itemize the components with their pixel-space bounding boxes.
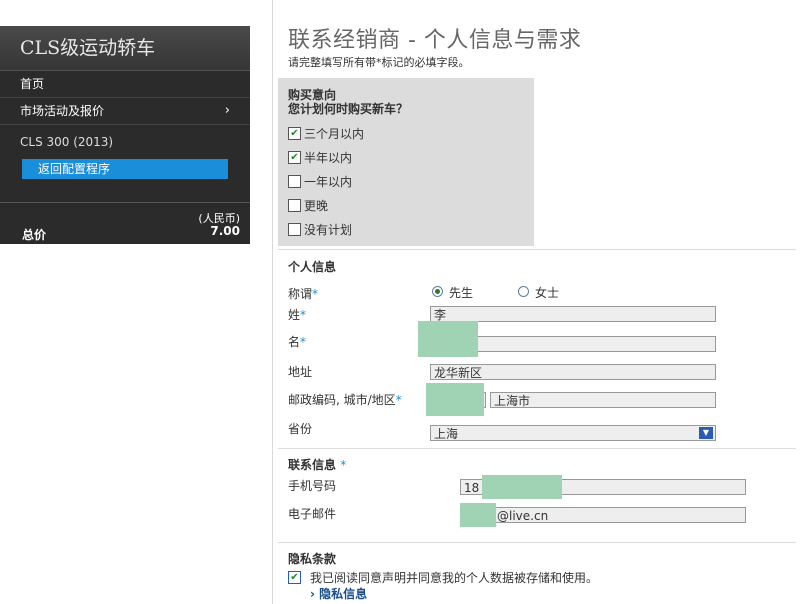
checkbox-checked-icon[interactable]: ✔: [288, 151, 301, 164]
checkbox-icon[interactable]: [288, 175, 301, 188]
total-price-label: 总价: [22, 228, 47, 242]
salutation-mr-radio[interactable]: 先生: [432, 284, 473, 301]
redaction-block: [460, 503, 496, 527]
salutation-label: 称谓*: [288, 287, 319, 301]
option-label: 半年以内: [304, 151, 353, 165]
personal-info-title: 个人信息: [288, 260, 337, 274]
purchase-option-6months[interactable]: ✔ 半年以内: [288, 150, 352, 166]
option-label: 三个月以内: [304, 127, 365, 141]
radio-selected-icon[interactable]: [432, 286, 443, 297]
chevron-down-icon[interactable]: ▼: [699, 427, 713, 439]
province-select[interactable]: 上海 ▼: [430, 425, 716, 441]
option-label: 没有计划: [304, 223, 353, 237]
chevron-right-icon: ›: [310, 587, 315, 601]
sidebar-item-label: 市场活动及报价: [20, 104, 105, 118]
consent-label: 我已阅读同意声明并同意我的个人数据被存储和使用。: [310, 571, 599, 585]
lastname-label: 姓*: [288, 308, 307, 322]
postcode-city-label: 邮政编码, 城市/地区*: [288, 393, 402, 407]
sidebar: CLS级运动轿车 首页 市场活动及报价 › CLS 300 (2013) 返回配…: [0, 26, 250, 244]
phone-label: 手机号码: [288, 479, 337, 493]
salutation-ms-radio[interactable]: 女士: [518, 284, 559, 301]
page-subtitle: 请完整填写所有带*标记的必填字段。: [288, 56, 470, 69]
divider: [278, 249, 796, 250]
option-label: 更晚: [304, 199, 329, 213]
province-label: 省份: [288, 422, 313, 436]
firstname-label: 名*: [288, 335, 307, 349]
sidebar-item-offers[interactable]: 市场活动及报价 ›: [0, 98, 250, 125]
radio-icon[interactable]: [518, 286, 529, 297]
sidebar-item-home[interactable]: 首页: [0, 71, 250, 98]
checkbox-icon[interactable]: [288, 223, 301, 236]
checkbox-checked-icon[interactable]: ✔: [288, 571, 301, 584]
total-price-value: 7.00: [210, 224, 240, 238]
purchase-option-none[interactable]: 没有计划: [288, 222, 352, 238]
divider: [278, 542, 796, 543]
page-title: 联系经销商 - 个人信息与需求: [288, 28, 582, 53]
purchase-option-later[interactable]: 更晚: [288, 198, 328, 214]
province-selected-value: 上海: [434, 427, 459, 441]
redaction-block: [426, 383, 484, 416]
contact-info-title: 联系信息 *: [288, 458, 347, 472]
city-field[interactable]: 上海市: [490, 392, 716, 408]
purchase-intention-section: 购买意向 您计划何时购买新车？ ✔ 三个月以内 ✔ 半年以内 一年以内 更晚 没有计…: [278, 78, 534, 246]
redaction-block: [482, 475, 562, 499]
redaction-block: [418, 321, 478, 357]
back-to-configurator-button[interactable]: 返回配置程序: [22, 159, 228, 179]
model-name: CLS 300 (2013): [20, 135, 114, 149]
question-label: 您计划何时购买新车？: [288, 102, 409, 116]
purchase-option-1year[interactable]: 一年以内: [288, 174, 352, 190]
checkbox-checked-icon[interactable]: ✔: [288, 127, 301, 140]
privacy-title: 隐私条款: [288, 552, 337, 566]
email-label: 电子邮件: [288, 507, 337, 521]
purchase-option-3months[interactable]: ✔ 三个月以内: [288, 126, 364, 142]
privacy-consent-checkbox[interactable]: ✔ 我已阅读同意声明并同意我的个人数据被存储和使用。: [288, 570, 598, 586]
address-label: 地址: [288, 365, 313, 379]
sidebar-title: CLS级运动轿车: [0, 26, 250, 71]
divider: [278, 448, 796, 449]
divider: [0, 202, 250, 203]
email-field[interactable]: @live.cn: [460, 507, 746, 523]
privacy-info-link[interactable]: › 隐私信息: [310, 585, 367, 602]
checkbox-icon[interactable]: [288, 199, 301, 212]
address-field[interactable]: 龙华新区: [430, 364, 716, 380]
option-label: 一年以内: [304, 175, 353, 189]
sidebar-item-label: 首页: [20, 77, 45, 91]
divider: [272, 0, 273, 604]
chevron-right-icon: ›: [224, 103, 230, 118]
lastname-field[interactable]: 李: [430, 306, 716, 322]
